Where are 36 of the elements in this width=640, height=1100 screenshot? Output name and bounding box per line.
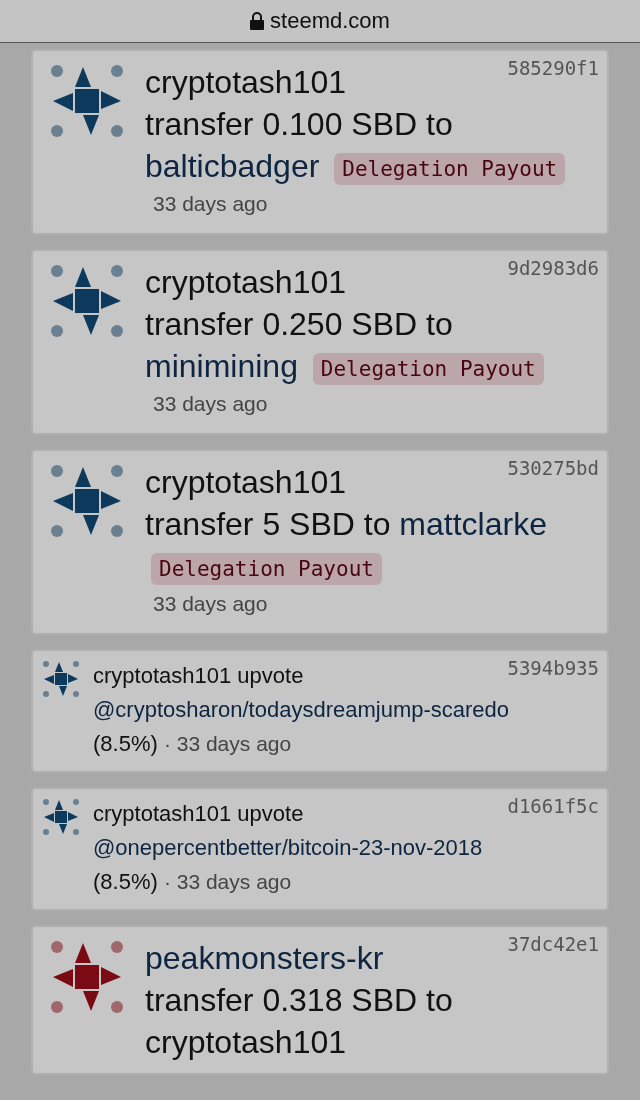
account-name: cryptotash101 bbox=[93, 663, 232, 688]
memo-tag: Delegation Payout bbox=[151, 552, 382, 585]
transaction-hash[interactable]: 5394b935 bbox=[507, 657, 599, 679]
timestamp: 33 days ago bbox=[153, 192, 268, 215]
transaction-hash[interactable]: 37dc42e1 bbox=[507, 933, 599, 955]
lock-icon bbox=[250, 12, 265, 30]
memo-tag: Delegation Payout bbox=[312, 352, 544, 385]
transfer-text: transfer 0.318 SBD to bbox=[145, 982, 453, 1018]
timestamp: 33 days ago bbox=[153, 392, 268, 415]
timestamp: · 33 days ago bbox=[163, 732, 292, 755]
timestamp: · 33 days ago bbox=[163, 870, 292, 893]
transfer-text: transfer 5 SBD to bbox=[145, 506, 391, 542]
recipient-name[interactable]: balticbadger bbox=[145, 148, 320, 184]
address-url[interactable]: steemd.com bbox=[270, 8, 390, 34]
account-name: cryptotash101 bbox=[145, 464, 346, 500]
account-name: cryptotash101 bbox=[145, 64, 346, 100]
transaction-hash[interactable]: d1661f5c bbox=[507, 795, 599, 817]
transfer-text: transfer 0.250 SBD to bbox=[145, 306, 453, 342]
post-link[interactable]: @onepercentbetter/bitcoin-23-nov-2018 bbox=[93, 835, 483, 860]
recipient-name[interactable]: minimining bbox=[145, 348, 298, 384]
account-name: cryptotash101 bbox=[93, 801, 232, 826]
vote-action: upvote bbox=[237, 663, 304, 688]
transaction-hash[interactable]: 9d2983d6 bbox=[507, 257, 599, 279]
memo-tag: Delegation Payout bbox=[334, 152, 566, 185]
vote-weight: (8.5%) bbox=[93, 731, 158, 756]
transfer-text: transfer 0.100 SBD to bbox=[145, 106, 453, 142]
vote-action: upvote bbox=[237, 801, 304, 826]
account-name: cryptotash101 bbox=[145, 264, 346, 300]
transaction-hash[interactable]: 585290f1 bbox=[507, 57, 599, 79]
post-link[interactable]: @cryptosharon/todaysdreamjump-scaredo bbox=[93, 697, 510, 722]
recipient-name[interactable]: mattclarke bbox=[399, 506, 547, 542]
transaction-hash[interactable]: 530275bd bbox=[507, 457, 599, 479]
vote-weight: (8.5%) bbox=[93, 869, 158, 894]
account-name[interactable]: peakmonsters-kr bbox=[145, 940, 384, 976]
timestamp: 33 days ago bbox=[153, 592, 268, 615]
recipient-name: cryptotash101 bbox=[145, 1024, 346, 1060]
